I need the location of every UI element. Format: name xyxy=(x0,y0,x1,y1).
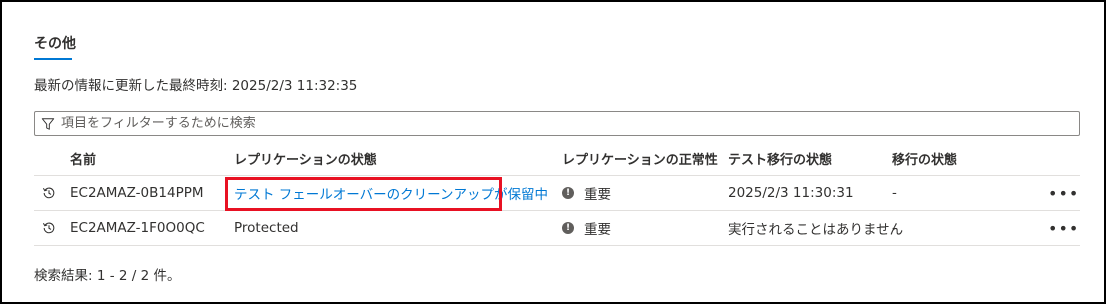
replication-health-text: 重要 xyxy=(584,222,611,238)
last-updated-text: 最新の情報に更新した最終時刻: 2025/2/3 11:32:35 xyxy=(34,78,358,94)
results-count: 検索結果: 1 - 2 / 2 件。 xyxy=(34,268,181,284)
items-grid: 名前 レプリケーションの状態 レプリケーションの正常性 テスト移行の状態 移行の… xyxy=(34,142,1080,246)
column-header-migration-state[interactable]: 移行の状態 xyxy=(892,142,957,175)
more-actions-button[interactable]: ••• xyxy=(1048,176,1079,210)
replication-state-link-text[interactable]: テスト フェールオーバーのクリーンアップが保留中 xyxy=(234,183,548,203)
replication-health: ! 重要 xyxy=(562,176,611,210)
section-title: その他 xyxy=(34,36,76,52)
table-row[interactable]: EC2AMAZ-0B14PPM テスト フェールオーバーのクリーンアップが保留中… xyxy=(34,176,1080,211)
info-icon: ! xyxy=(562,187,574,199)
more-actions-button[interactable]: ••• xyxy=(1048,211,1079,245)
info-icon: ! xyxy=(562,222,574,234)
replication-state-link[interactable]: テスト フェールオーバーのクリーンアップが保留中 xyxy=(234,176,548,210)
filter-icon xyxy=(41,117,55,130)
test-migration-state: 2025/2/3 11:30:31 xyxy=(728,185,854,201)
row-name: EC2AMAZ-1F0O0QC xyxy=(70,220,205,236)
column-header-test-migration-state[interactable]: テスト移行の状態 xyxy=(728,142,832,175)
section-tab-underline xyxy=(34,58,72,60)
history-icon xyxy=(42,211,56,245)
table-row[interactable]: EC2AMAZ-1F0O0QC Protected ! 重要 実行されることはあ… xyxy=(34,211,1080,246)
migration-state: - xyxy=(892,220,897,236)
panel-frame: その他 最新の情報に更新した最終時刻: 2025/2/3 11:32:35 名前… xyxy=(0,0,1106,304)
replication-health: ! 重要 xyxy=(562,211,611,245)
migration-state: - xyxy=(892,185,897,201)
test-migration-state: 実行されることはありません xyxy=(728,222,904,238)
column-header-name[interactable]: 名前 xyxy=(70,142,96,175)
grid-header-row: 名前 レプリケーションの状態 レプリケーションの正常性 テスト移行の状態 移行の… xyxy=(34,142,1080,176)
column-header-replication-health[interactable]: レプリケーションの正常性 xyxy=(562,142,718,175)
filter-box[interactable] xyxy=(34,111,1080,136)
replication-health-text: 重要 xyxy=(584,187,611,203)
row-name: EC2AMAZ-0B14PPM xyxy=(70,185,204,201)
filter-input[interactable] xyxy=(61,116,1079,131)
history-icon xyxy=(42,176,56,210)
replication-state: Protected xyxy=(234,220,299,236)
column-header-replication-state[interactable]: レプリケーションの状態 xyxy=(234,142,377,175)
